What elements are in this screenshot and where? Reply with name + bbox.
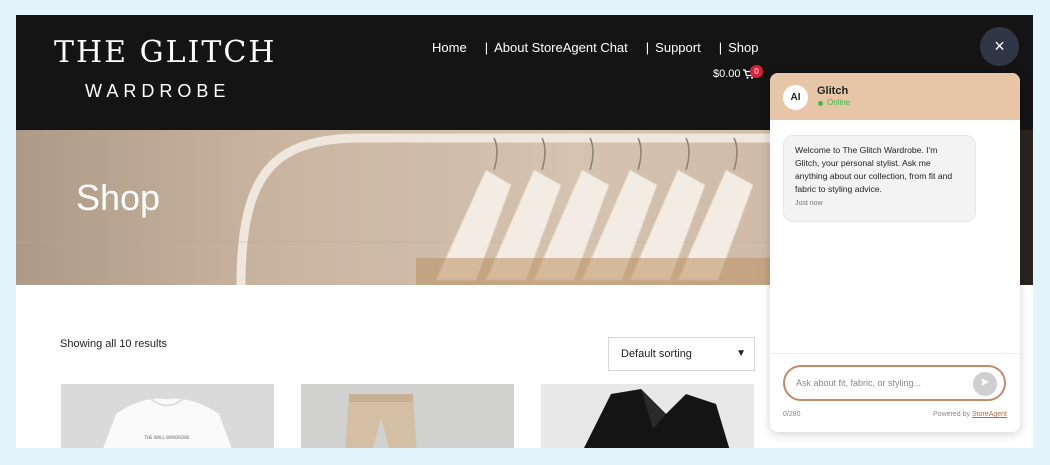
storeagent-link[interactable]: StoreAgent <box>972 411 1007 418</box>
logo-title[interactable]: THE GLITCH <box>54 35 276 70</box>
sort-select[interactable]: Default sorting ▼ <box>608 337 755 371</box>
powered-by: Powered by StoreAgent <box>933 411 1007 418</box>
nav-separator: | <box>484 40 489 55</box>
sort-selected-value: Default sorting <box>621 348 692 360</box>
product-tag-text: THE WALL WARDROBE <box>144 435 190 440</box>
cart-count-badge: 0 <box>750 65 763 78</box>
message-timestamp: Just now <box>795 200 823 207</box>
online-status-dot <box>818 101 823 106</box>
hero-image-edge <box>1020 130 1033 285</box>
send-button[interactable] <box>973 372 997 396</box>
product-card-image[interactable] <box>541 384 754 448</box>
chat-header: AI Glitch Online <box>770 73 1020 120</box>
cart-total: $0.00 <box>713 68 741 80</box>
cart-link[interactable]: $0.00 <box>713 68 755 80</box>
online-status-text: Online <box>827 98 851 107</box>
char-counter: 0/280 <box>783 411 801 418</box>
chat-widget: AI Glitch Online Welcome to The Glitch W… <box>770 73 1020 432</box>
bot-name: Glitch <box>817 85 849 97</box>
nav-about[interactable]: About StoreAgent Chat <box>494 40 628 55</box>
send-icon <box>981 378 989 386</box>
bot-avatar: AI <box>783 85 808 110</box>
nav-shop[interactable]: Shop <box>728 40 758 55</box>
main-nav: Home | About StoreAgent Chat | Support |… <box>432 40 758 55</box>
chevron-down-icon: ▼ <box>736 348 746 359</box>
product-card-image[interactable] <box>301 384 514 448</box>
chat-close-button[interactable]: × <box>980 27 1019 66</box>
nav-support[interactable]: Support <box>655 40 701 55</box>
bot-message-bubble: Welcome to The Glitch Wardrobe. I'm Glit… <box>783 135 976 222</box>
nav-home[interactable]: Home <box>432 40 467 55</box>
product-card-image[interactable]: THE WALL WARDROBE <box>61 384 274 448</box>
results-count: Showing all 10 results <box>60 338 168 350</box>
chat-divider <box>770 353 1020 354</box>
nav-separator: | <box>645 40 650 55</box>
powered-by-text: Powered by <box>933 411 971 418</box>
nav-separator: | <box>718 40 723 55</box>
page-title: Shop <box>76 177 161 218</box>
logo-subtitle[interactable]: WARDROBE <box>85 81 230 102</box>
bot-message-text: Welcome to The Glitch Wardrobe. I'm Glit… <box>795 145 953 194</box>
